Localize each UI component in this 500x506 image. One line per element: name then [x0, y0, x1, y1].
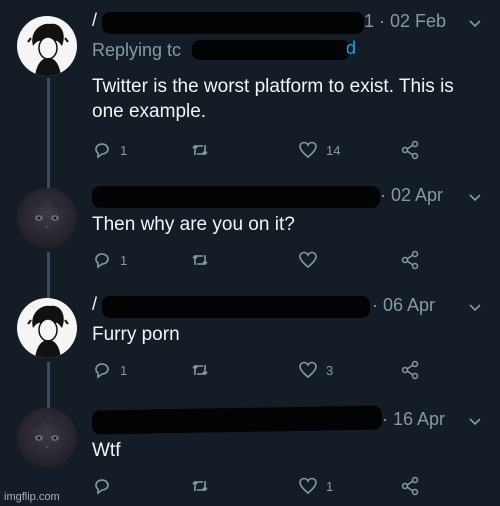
heart-icon [299, 141, 317, 159]
retweet-button[interactable] [190, 476, 218, 496]
tweet-actions: 1 [92, 250, 432, 272]
tweet[interactable]: · 02 Apr Then why are you on it? 1 [0, 176, 500, 286]
retweet-icon [192, 364, 208, 376]
like-count: 3 [326, 362, 334, 378]
heart-icon [299, 477, 317, 495]
reply-icon [95, 253, 109, 269]
replying-label: Replying tc [92, 40, 182, 60]
like-button[interactable]: 14 [298, 140, 340, 160]
retweet-button[interactable] [190, 360, 218, 380]
tweet[interactable]: · 16 Apr Wtf 1 [0, 396, 500, 506]
share-button[interactable] [400, 476, 420, 496]
reply-icon [95, 363, 109, 379]
tweet-text: Twitter is the worst platform to exist. … [92, 76, 454, 122]
tweet-header: · 16 Apr [91, 405, 500, 435]
retweet-icon [192, 144, 208, 156]
reply-count: 1 [120, 362, 128, 378]
redaction-bar [102, 12, 364, 34]
like-count: 1 [326, 478, 334, 494]
retweet-button[interactable] [190, 250, 218, 270]
tweet-actions: 1 3 [92, 360, 432, 382]
tweet-header: / · 06 Apr [92, 294, 500, 320]
tweet-actions: 1 [92, 476, 432, 498]
share-icon [401, 476, 419, 496]
tweet[interactable]: / 1 · 02 Feb Replying tc d Twitter is th… [0, 0, 500, 176]
tweet-date[interactable]: · 02 Apr [380, 185, 443, 206]
tweet-date[interactable]: 1 · 02 Feb [364, 11, 446, 32]
retweet-icon [192, 254, 208, 266]
boy-avatar-icon[interactable] [17, 16, 77, 76]
redaction-bar [192, 40, 350, 60]
reply-button[interactable]: 1 [92, 140, 127, 160]
heart-icon [299, 361, 317, 379]
chevron-down-icon[interactable] [468, 301, 482, 315]
tweet-header: · 02 Apr [92, 184, 500, 210]
redaction-bar [92, 186, 380, 208]
reply-icon [95, 479, 109, 495]
reply-count: 1 [120, 252, 128, 268]
retweet-icon [192, 480, 208, 492]
chevron-down-icon[interactable] [468, 17, 482, 31]
chevron-down-icon[interactable] [468, 415, 482, 429]
share-icon [401, 250, 419, 270]
reply-button[interactable]: 1 [92, 360, 127, 380]
tweet-header: / 1 · 02 Feb [92, 10, 500, 36]
reply-icon [95, 143, 109, 159]
like-button[interactable] [298, 250, 326, 270]
share-icon [401, 360, 419, 380]
cat-avatar-icon[interactable] [17, 188, 77, 248]
heart-icon [299, 251, 317, 269]
share-icon [401, 140, 419, 160]
tweet-text: Then why are you on it? [92, 214, 295, 235]
reply-count: 1 [120, 142, 128, 158]
retweet-button[interactable] [190, 140, 218, 160]
tweet-text: Furry porn [92, 324, 180, 345]
redaction-bar [102, 296, 370, 318]
author-name[interactable]: / [92, 10, 97, 31]
share-button[interactable] [400, 360, 420, 380]
watermark: imgflip.com [4, 491, 60, 503]
share-button[interactable] [400, 140, 420, 160]
reply-button[interactable]: 1 [92, 250, 127, 270]
like-button[interactable]: 3 [298, 360, 333, 380]
replying-to: Replying tc [92, 40, 181, 61]
cat-avatar-icon[interactable] [17, 408, 77, 468]
redaction-bar [91, 405, 383, 435]
boy-avatar-icon[interactable] [17, 298, 77, 358]
replying-handle-tail[interactable]: d [346, 38, 356, 59]
like-button[interactable]: 1 [298, 476, 333, 496]
tweet-text: Wtf [92, 440, 121, 461]
tweet-date[interactable]: · 06 Apr [372, 295, 435, 316]
chevron-down-icon[interactable] [468, 191, 482, 205]
tweet-actions: 1 14 [92, 140, 432, 162]
reply-button[interactable] [92, 476, 120, 496]
share-button[interactable] [400, 250, 420, 270]
tweet-date[interactable]: · 16 Apr [382, 409, 445, 430]
author-name[interactable]: / [92, 294, 97, 315]
like-count: 14 [326, 142, 341, 158]
tweet[interactable]: / · 06 Apr Furry porn 1 3 [0, 286, 500, 396]
